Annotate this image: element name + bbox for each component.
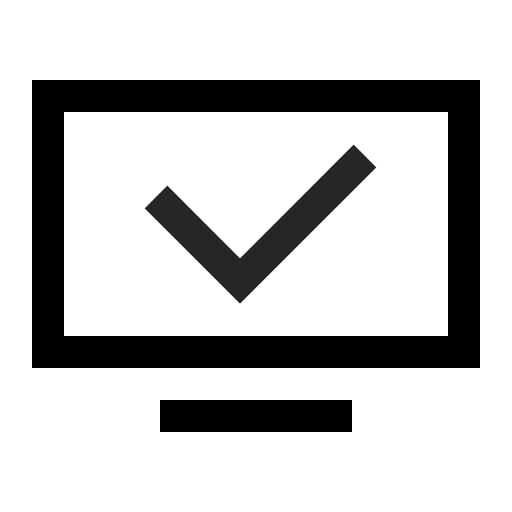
- monitor-stand: [160, 400, 352, 432]
- screen-background: [48, 96, 464, 352]
- icon-canvas: [0, 0, 512, 512]
- monitor-check-icon: [32, 80, 480, 432]
